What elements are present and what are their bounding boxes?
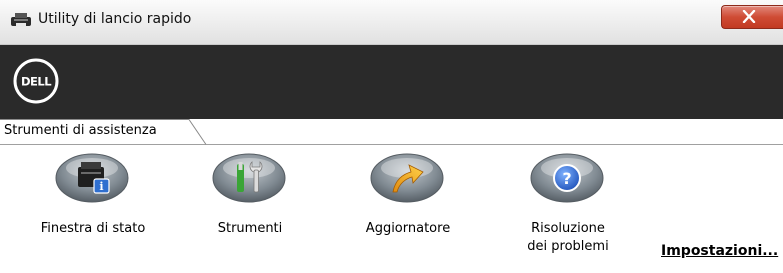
tool-label: Aggiornatore bbox=[365, 221, 451, 236]
updater-button[interactable]: Aggiornatore bbox=[333, 150, 483, 260]
troubleshooting-button[interactable]: ? Risoluzione dei problemi bbox=[493, 150, 643, 260]
app-window: Utility di lancio rapido DELL Strumenti … bbox=[0, 0, 783, 273]
svg-text:i: i bbox=[99, 180, 103, 193]
help-icon: ? bbox=[530, 153, 604, 203]
tool-label: Finestra di stato bbox=[40, 221, 146, 236]
tab-strumenti-assistenza[interactable]: Strumenti di assistenza bbox=[0, 119, 210, 145]
window-title: Utility di lancio rapido bbox=[38, 11, 192, 27]
tab-strip: Strumenti di assistenza bbox=[0, 119, 783, 145]
settings-link[interactable]: Impostazioni... bbox=[661, 243, 778, 259]
printer-info-icon: i bbox=[55, 153, 129, 203]
dell-banner: DELL bbox=[0, 45, 783, 119]
tools-button[interactable]: Strumenti bbox=[175, 150, 325, 260]
arrow-update-icon bbox=[370, 153, 444, 203]
svg-text:DELL: DELL bbox=[21, 75, 52, 89]
tab-label: Strumenti di assistenza bbox=[4, 123, 157, 138]
tool-label-line2: dei problemi bbox=[527, 239, 609, 254]
tool-label: Strumenti bbox=[217, 221, 283, 236]
tool-label-line1: Risoluzione bbox=[531, 221, 605, 236]
close-icon bbox=[742, 10, 756, 23]
dell-logo: DELL bbox=[13, 58, 59, 104]
tools-icon bbox=[212, 153, 286, 203]
printer-app-icon bbox=[11, 13, 31, 27]
title-bar[interactable]: Utility di lancio rapido bbox=[0, 0, 783, 45]
status-window-button[interactable]: i Finestra di stato bbox=[18, 150, 168, 260]
close-button[interactable] bbox=[721, 5, 783, 29]
svg-text:?: ? bbox=[562, 169, 571, 188]
